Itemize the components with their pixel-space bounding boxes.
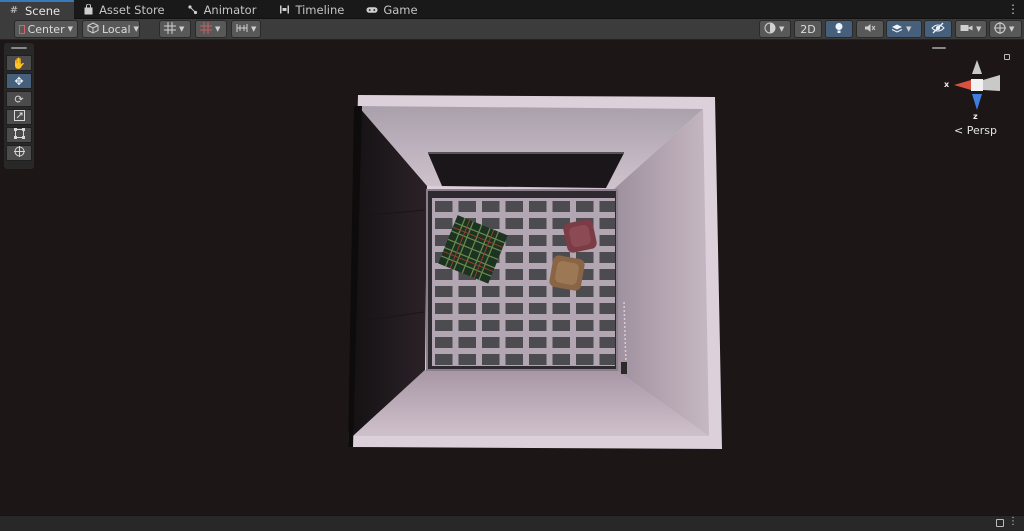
2d-mode-label: 2D — [800, 22, 816, 36]
tab-asset-store[interactable]: Asset Store — [74, 0, 179, 19]
pivot-mode-label: Center — [27, 22, 65, 36]
scale-tool-button[interactable] — [6, 109, 32, 125]
transform-icon — [13, 146, 25, 160]
camera-settings-dropdown[interactable]: ▼ — [955, 20, 987, 38]
chevron-down-icon: ▼ — [67, 25, 73, 33]
tab-scene-label: Scene — [25, 3, 61, 18]
rect-transform-icon — [13, 128, 25, 142]
ruler-icon — [236, 22, 248, 37]
local-cube-icon — [87, 21, 99, 37]
gizmos-globe-icon — [994, 21, 1006, 37]
animator-icon — [187, 4, 199, 16]
tab-timeline[interactable]: Timeline — [270, 0, 358, 19]
hash-grid-icon: # — [9, 5, 19, 16]
chevron-down-icon: ▼ — [779, 25, 785, 33]
tan-cushion — [549, 255, 585, 291]
pivot-center-icon — [19, 24, 25, 34]
shopping-bag-icon — [82, 4, 94, 16]
scene-toolbar: Center ▼ Local ▼ ▼ ▼ ▼ ▼ 2D ▼ ▼ ▼ — [0, 19, 1024, 40]
axis-z-label: z — [973, 112, 978, 121]
room-window — [428, 153, 624, 188]
pivot-mode-dropdown[interactable]: Center ▼ — [14, 20, 78, 38]
tab-options-icon[interactable]: ⋮ — [1007, 2, 1019, 16]
move-tool-button[interactable]: ✥ — [6, 73, 32, 89]
increment-snap-dropdown[interactable]: ▼ — [231, 20, 261, 38]
2d-mode-toggle[interactable]: 2D — [794, 20, 822, 38]
pivot-space-label: Local — [102, 22, 131, 36]
scene-effects-dropdown[interactable]: ▼ — [886, 20, 922, 38]
hand-icon: ✋ — [12, 56, 26, 70]
tab-animator-label: Animator — [203, 2, 257, 17]
tab-asset-store-label: Asset Store — [99, 2, 165, 17]
eye-slash-icon — [931, 22, 945, 37]
grid-snap-dropdown[interactable]: ▼ — [159, 20, 191, 38]
chevron-down-icon: ▼ — [1009, 25, 1015, 33]
grid-icon — [200, 21, 212, 37]
tab-animator[interactable]: Animator — [179, 0, 271, 19]
projection-label: Persp — [966, 124, 997, 137]
draw-mode-dropdown[interactable]: ▼ — [759, 20, 791, 38]
gizmos-dropdown[interactable]: ▼ — [989, 20, 1022, 38]
pivot-space-dropdown[interactable]: Local ▼ — [82, 20, 140, 38]
scene-lighting-toggle[interactable] — [825, 20, 853, 38]
tab-scene[interactable]: # Scene — [0, 0, 75, 19]
axis-x-label: x — [944, 80, 950, 89]
rotate-icon: ⟳ — [14, 92, 24, 106]
chevron-left-icon: < — [954, 124, 964, 137]
scene-viewport[interactable]: ✋ ✥ ⟳ x z < Persp — [0, 40, 1024, 515]
scene-render — [348, 95, 722, 449]
status-options-icon[interactable]: ⋮ — [1008, 516, 1018, 527]
camera-icon — [960, 23, 973, 36]
projection-toggle[interactable]: < Persp — [954, 124, 997, 137]
audio-icon — [864, 22, 876, 37]
red-cushion — [563, 219, 597, 253]
lock-icon[interactable] — [996, 519, 1004, 527]
chevron-down-icon: ▼ — [133, 25, 139, 33]
rect-tool-button[interactable] — [6, 127, 32, 143]
orientation-gizmo[interactable]: x z < Persp — [932, 44, 1020, 142]
scale-icon — [13, 110, 25, 124]
chevron-down-icon: ▼ — [179, 25, 185, 33]
palette-grip[interactable] — [11, 47, 27, 49]
effects-layers-icon — [891, 22, 903, 37]
grid-visibility-dropdown[interactable]: ▼ — [195, 20, 227, 38]
grid-snap-icon — [164, 21, 176, 37]
transform-tool-button[interactable] — [6, 145, 32, 161]
tool-palette: ✋ ✥ ⟳ — [4, 43, 34, 169]
lightbulb-icon — [834, 22, 844, 37]
scene-audio-toggle[interactable] — [856, 20, 884, 38]
tab-timeline-label: Timeline — [295, 2, 345, 17]
gamepad-icon — [366, 4, 378, 16]
hand-tool-button[interactable]: ✋ — [6, 55, 32, 71]
chevron-down-icon: ▼ — [976, 25, 982, 33]
status-bar: ⋮ — [0, 515, 1024, 531]
rotate-tool-button[interactable]: ⟳ — [6, 91, 32, 107]
scene-visibility-toggle[interactable] — [924, 20, 952, 38]
chevron-down-icon: ▼ — [906, 25, 912, 33]
shaded-sphere-icon — [764, 22, 776, 37]
chevron-down-icon: ▼ — [215, 25, 221, 33]
tab-game[interactable]: Game — [358, 0, 431, 19]
editor-tab-bar: # Scene Asset Store Animator Timeline Ga… — [0, 0, 1024, 19]
move-arrows-icon: ✥ — [14, 74, 24, 88]
tab-game-label: Game — [383, 2, 418, 17]
chevron-down-icon: ▼ — [251, 25, 257, 33]
timeline-icon — [278, 4, 290, 16]
